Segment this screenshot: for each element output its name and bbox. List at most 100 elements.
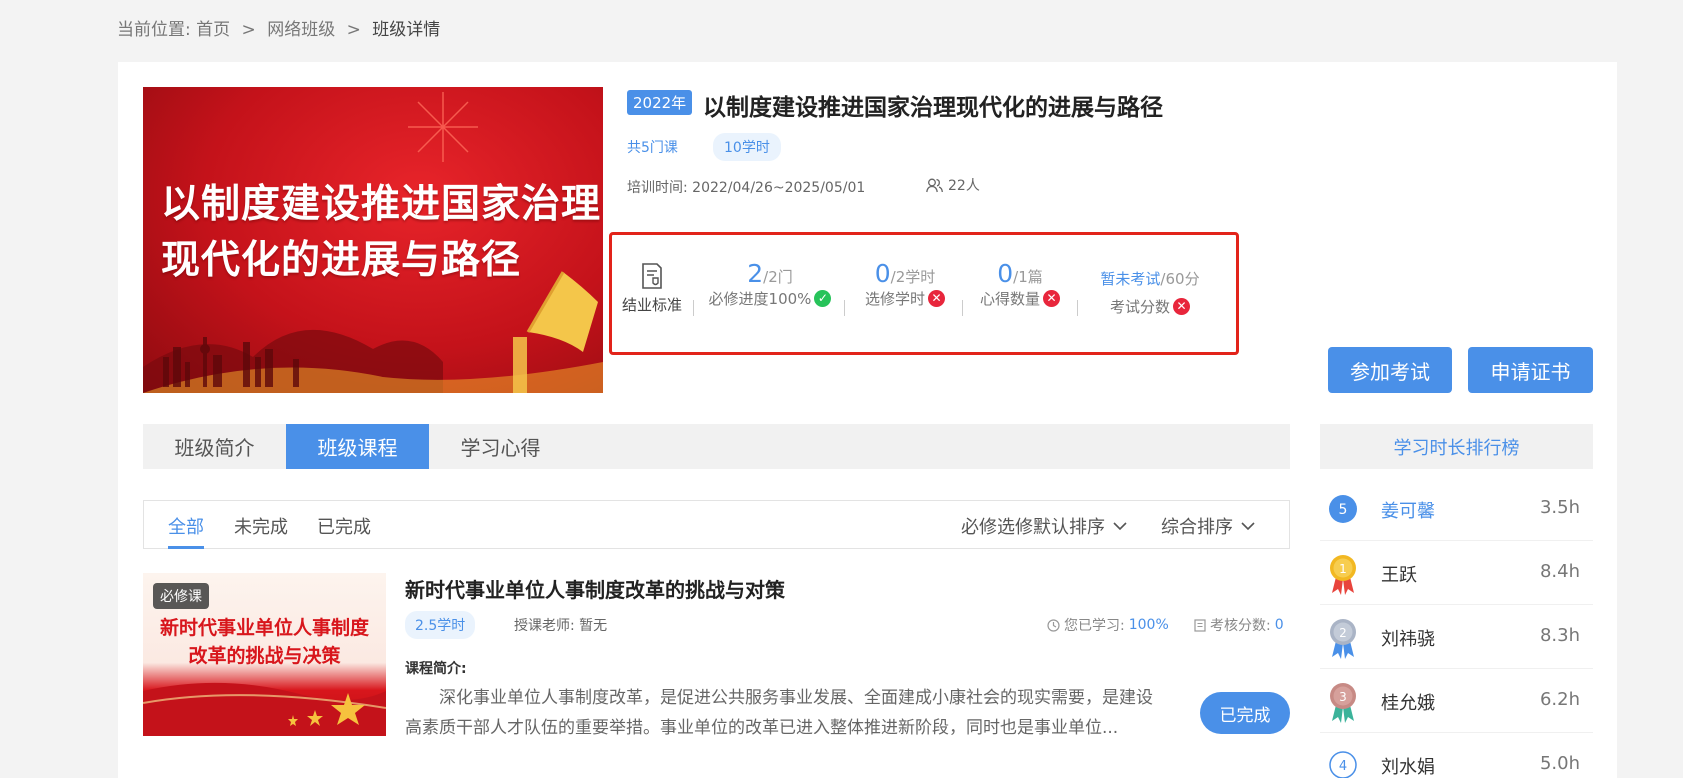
- progress-label: 您已学习:: [1064, 618, 1125, 634]
- standard-total: /2学时: [890, 268, 936, 286]
- completion-standard-text: 结业标准: [621, 296, 682, 314]
- progress-value: 100%: [1128, 617, 1169, 633]
- class-cover-image: 以制度建设推进国家治理 现代化的进展与路径: [143, 87, 603, 393]
- tab-study-notes[interactable]: 学习心得: [429, 424, 572, 469]
- rank-number: 3: [1339, 690, 1347, 704]
- breadcrumb-prefix: 当前位置:: [117, 20, 191, 40]
- standard-total: /2门: [763, 268, 793, 286]
- ranking-name: 姜可馨: [1381, 501, 1435, 522]
- rank-number: 5: [1339, 502, 1348, 518]
- breadcrumb-separator: >: [346, 20, 361, 40]
- ranking-hours: 8.3h: [1539, 625, 1580, 646]
- class-title: 以制度建设推进国家治理现代化的进展与路径: [703, 95, 1163, 121]
- tab-class-intro[interactable]: 班级简介: [143, 424, 286, 469]
- standard-total: /60分: [1160, 270, 1200, 288]
- ranking-row: 3 桂允娥 6.2h: [1320, 669, 1593, 733]
- ranking-name: 刘祎骁: [1381, 629, 1435, 650]
- standard-value: 0: [997, 259, 1014, 288]
- exam-status: 暂未考试: [1100, 270, 1161, 288]
- ranking-name: 王跃: [1381, 565, 1417, 586]
- cross-circle-icon: ✕: [1173, 298, 1190, 315]
- course-filter-bar: 全部 未完成 已完成 必修选修默认排序 综合排序: [143, 500, 1290, 549]
- gold-medal-icon: 1: [1330, 555, 1356, 595]
- thumbnail-title-line: 新时代事业单位人事制度: [159, 617, 369, 639]
- year-badge: 2022年: [627, 90, 693, 115]
- ranking-hours: 5.0h: [1539, 753, 1580, 774]
- course-teacher: 授课老师: 暂无: [514, 618, 608, 634]
- ranking-hours: 8.4h: [1539, 561, 1580, 582]
- ranking-row: 4 刘水娟 5.0h: [1320, 733, 1593, 778]
- check-circle-icon: ✓: [814, 290, 832, 307]
- filter-all[interactable]: 全部: [168, 513, 204, 539]
- ranking-row: 5 姜可馨 3.5h: [1320, 477, 1593, 541]
- document-icon: [1194, 618, 1206, 632]
- course-title[interactable]: 新时代事业单位人事制度改革的挑战与对策: [405, 574, 785, 603]
- breadcrumb-separator: >: [241, 20, 256, 40]
- standard-elective-hours: 0/2学时 选修学时 ✕: [855, 259, 955, 309]
- certificate-icon: [642, 263, 662, 289]
- cover-title-line: 现代化的进展与路径: [161, 238, 522, 283]
- course-score: 考核分数: 0: [1194, 615, 1284, 635]
- completion-standard-label: 结业标准: [618, 262, 686, 315]
- breadcrumb: 当前位置: 首页 > 网络班级 > 班级详情: [117, 15, 440, 40]
- filter-incomplete[interactable]: 未完成: [234, 513, 288, 539]
- course-count: 共5门课: [627, 140, 678, 156]
- ranking-row: 1 王跃 8.4h: [1320, 541, 1593, 605]
- cover-title-line: 以制度建设推进国家治理: [161, 182, 602, 227]
- participant-count: 22人: [926, 175, 980, 195]
- standard-label: 心得数量: [979, 290, 1040, 308]
- cover-title: 以制度建设推进国家治理 现代化的进展与路径: [161, 177, 601, 289]
- clock-icon: [1047, 618, 1060, 632]
- apply-certificate-button[interactable]: 申请证书: [1468, 347, 1593, 393]
- people-icon: [926, 178, 943, 192]
- standard-value: 2: [747, 259, 764, 288]
- cross-circle-icon: ✕: [928, 290, 945, 307]
- breadcrumb-network-class[interactable]: 网络班级: [267, 20, 335, 40]
- take-exam-button[interactable]: 参加考试: [1328, 347, 1452, 393]
- bronze-medal-icon: 3: [1330, 683, 1356, 723]
- course-progress: 您已学习: 100%: [1047, 615, 1169, 635]
- rank-number: 1: [1339, 562, 1347, 576]
- sort-label: 综合排序: [1161, 517, 1233, 538]
- rank-number: 4: [1339, 759, 1347, 774]
- divider: [962, 300, 963, 316]
- score-value: 0: [1274, 617, 1284, 633]
- active-filter-underline: [168, 546, 204, 549]
- course-intro-label: 课程简介:: [405, 661, 467, 677]
- sort-comprehensive[interactable]: 综合排序: [1161, 513, 1255, 539]
- rank-number: 2: [1339, 626, 1347, 640]
- standard-value: 0: [874, 259, 891, 288]
- standard-label: 考试分数: [1109, 298, 1170, 316]
- course-thumbnail[interactable]: 必修课 新时代事业单位人事制度 改革的挑战与决策: [143, 573, 386, 736]
- divider: [693, 300, 694, 316]
- ranking-hours: 3.5h: [1539, 497, 1580, 518]
- ranking-hours: 6.2h: [1539, 689, 1580, 710]
- cross-circle-icon: ✕: [1043, 290, 1060, 307]
- ranking-row: 2 刘祎骁 8.3h: [1320, 605, 1593, 669]
- standard-label: 必修进度100%: [708, 290, 812, 308]
- standard-exam-score: 暂未考试/60分 考试分数 ✕: [1085, 268, 1215, 317]
- thumbnail-title: 新时代事业单位人事制度 改革的挑战与决策: [143, 614, 386, 670]
- chevron-down-icon: [1113, 521, 1127, 530]
- sort-label: 必修选修默认排序: [961, 517, 1105, 538]
- standard-total: /1篇: [1013, 268, 1043, 286]
- score-label: 考核分数:: [1210, 618, 1271, 634]
- tab-class-courses[interactable]: 班级课程: [286, 424, 429, 469]
- participant-count-text: 22人: [948, 178, 980, 194]
- breadcrumb-home[interactable]: 首页: [196, 20, 230, 40]
- thumbnail-title-line: 改革的挑战与决策: [188, 645, 341, 667]
- class-tabs: 班级简介 班级课程 学习心得: [143, 424, 1290, 469]
- training-time: 培训时间: 2022/04/26~2025/05/01: [627, 180, 866, 196]
- filter-completed[interactable]: 已完成: [317, 513, 371, 539]
- divider: [844, 300, 845, 316]
- required-course-badge: 必修课: [153, 583, 209, 609]
- ranking-name: 刘水娟: [1381, 757, 1435, 778]
- divider: [1077, 300, 1078, 316]
- sort-required-elective[interactable]: 必修选修默认排序: [961, 513, 1127, 539]
- course-intro: 深化事业单位人事制度改革，是促进公共服务事业发展、全面建成小康社会的现实需要，是…: [405, 688, 1153, 738]
- course-hours-badge: 2.5学时: [405, 611, 476, 639]
- ranking-name: 桂允娥: [1381, 693, 1435, 714]
- rank-number-badge-icon: 4: [1329, 751, 1357, 778]
- completed-button[interactable]: 已完成: [1200, 692, 1290, 734]
- standard-label: 选修学时: [864, 290, 925, 308]
